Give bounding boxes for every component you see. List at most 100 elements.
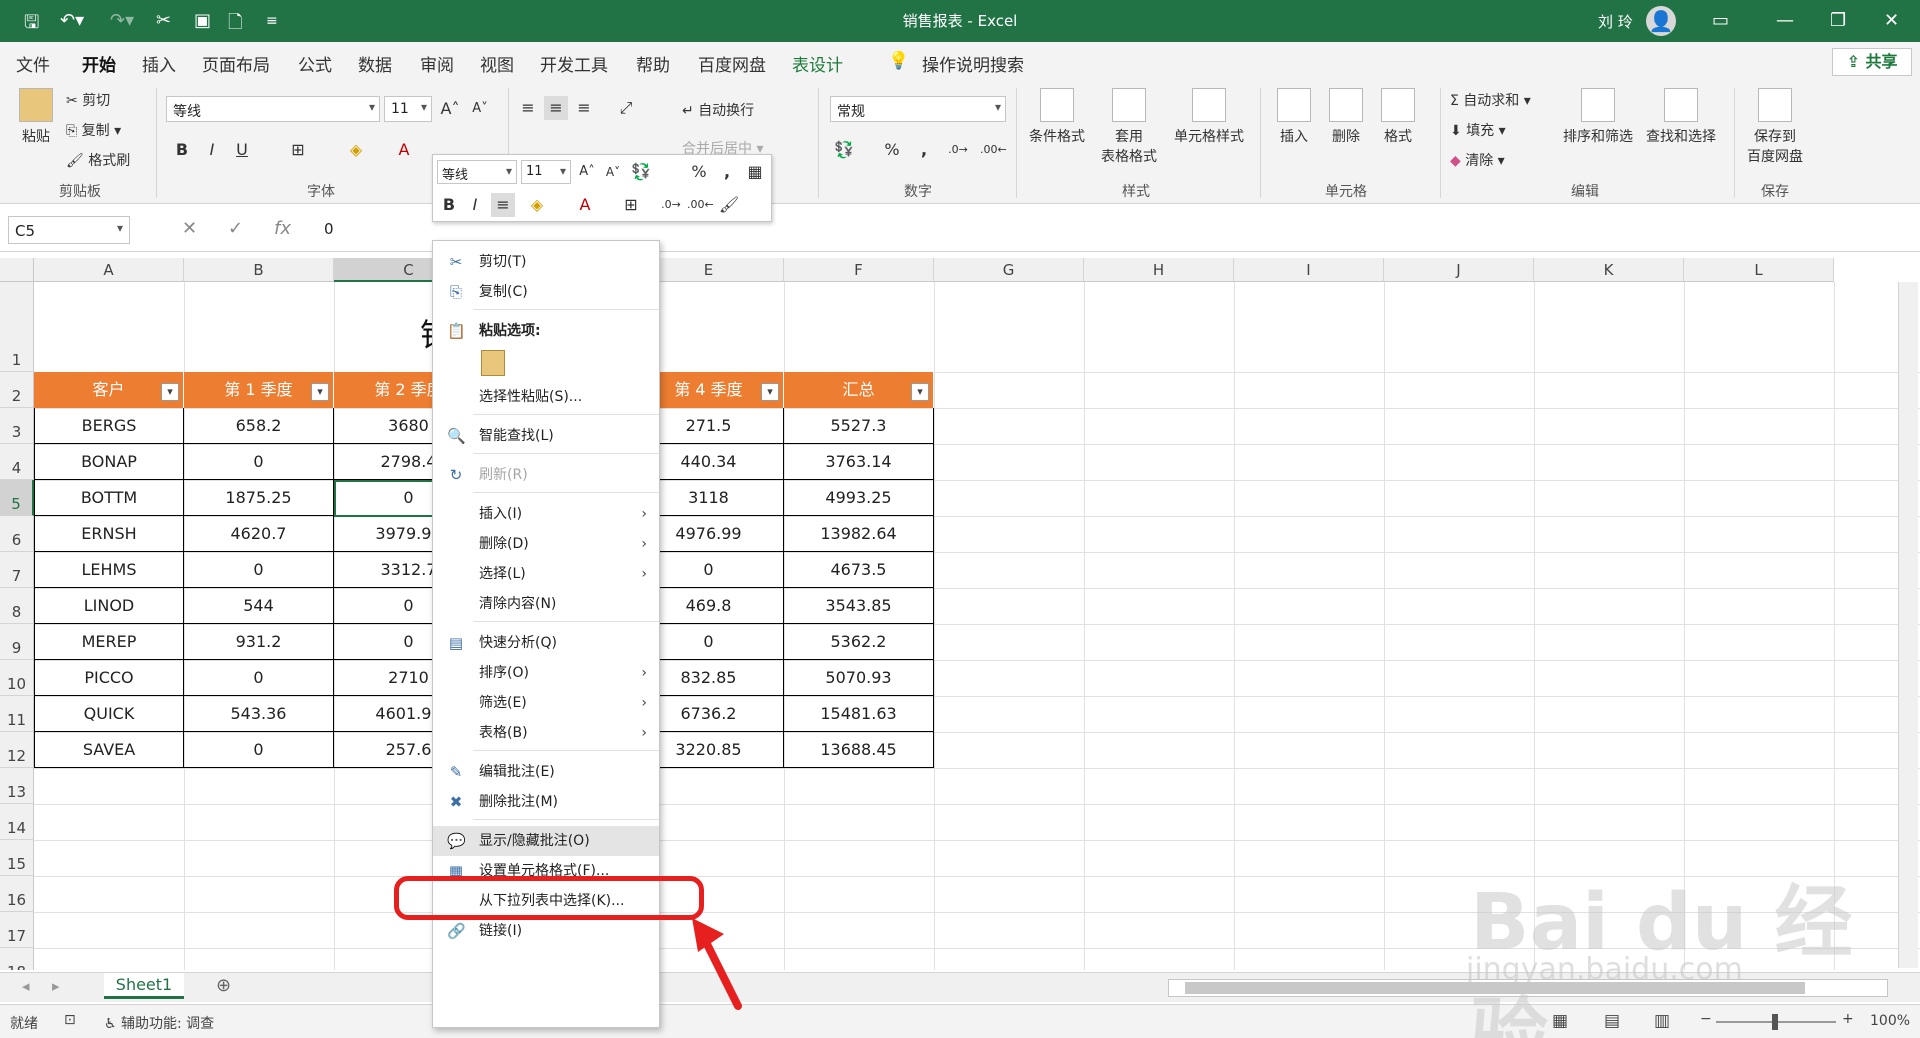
context-menu-item[interactable]: ✎ 编辑批注(E): [433, 757, 659, 787]
column-header[interactable]: B: [184, 258, 334, 282]
row-header[interactable]: 8: [0, 588, 34, 624]
wrap-text-button[interactable]: ↵ 自动换行: [682, 100, 754, 120]
context-menu-item[interactable]: ✂ 剪切(T): [433, 247, 659, 277]
row-header[interactable]: 6: [0, 516, 34, 552]
tab-developer[interactable]: 开发工具: [540, 51, 608, 76]
context-menu-item[interactable]: 清除内容(N): [433, 589, 659, 619]
percent-button[interactable]: %: [880, 138, 904, 162]
row-header[interactable]: 12: [0, 732, 34, 768]
table-cell[interactable]: BERGS: [34, 408, 184, 444]
cut-button[interactable]: ✂ 剪切: [66, 90, 110, 110]
table-cell[interactable]: 0: [184, 444, 334, 480]
mini-borders-icon[interactable]: ⊞: [619, 193, 643, 217]
add-sheet-icon[interactable]: ⊕: [216, 975, 231, 996]
row-header[interactable]: 15: [0, 840, 34, 876]
table-cell[interactable]: LINOD: [34, 588, 184, 624]
number-format-combo[interactable]: 常规: [830, 96, 1006, 122]
filter-dropdown-icon[interactable]: ▾: [161, 383, 179, 401]
next-sheet-icon[interactable]: ▸: [52, 977, 60, 995]
fill-color-icon[interactable]: ◈: [344, 138, 368, 162]
table-cell[interactable]: 1875.25: [184, 480, 334, 516]
conditional-format-button[interactable]: 条件格式: [1024, 88, 1090, 146]
column-header[interactable]: J: [1384, 258, 1534, 282]
context-menu-item[interactable]: 表格(B) ›: [433, 718, 659, 748]
tab-page-layout[interactable]: 页面布局: [202, 51, 270, 76]
align-middle-icon[interactable]: ≡: [544, 96, 568, 120]
row-header[interactable]: 13: [0, 768, 34, 804]
row-header[interactable]: 10: [0, 660, 34, 696]
tab-data[interactable]: 数据: [358, 51, 392, 76]
table-cell[interactable]: 13982.64: [784, 516, 934, 552]
context-menu-item[interactable]: 插入(I) ›: [433, 499, 659, 529]
column-header[interactable]: I: [1234, 258, 1384, 282]
context-menu-item[interactable]: 💬 显示/隐藏批注(O): [433, 826, 659, 856]
mini-decrease-decimal-icon[interactable]: .00←: [687, 193, 714, 217]
row-header[interactable]: 17: [0, 912, 34, 948]
context-menu-item[interactable]: 🔍 智能查找(L): [433, 421, 659, 451]
bold-button[interactable]: B: [170, 138, 194, 162]
mini-font-combo[interactable]: 等线: [437, 160, 517, 184]
row-header[interactable]: 1: [0, 282, 34, 372]
table-cell[interactable]: ERNSH: [34, 516, 184, 552]
row-header[interactable]: 14: [0, 804, 34, 840]
paste-option-icon[interactable]: [481, 350, 505, 376]
filter-dropdown-icon[interactable]: ▾: [911, 383, 929, 401]
table-cell[interactable]: 0: [184, 660, 334, 696]
increase-decimal-icon[interactable]: .0→: [946, 138, 970, 162]
autosum-button[interactable]: Σ 自动求和 ▾: [1450, 90, 1531, 110]
table-cell[interactable]: BONAP: [34, 444, 184, 480]
context-menu-item[interactable]: 筛选(E) ›: [433, 688, 659, 718]
save-to-baidu-button[interactable]: 保存到 百度网盘: [1740, 88, 1810, 166]
enter-icon[interactable]: ✓: [228, 218, 243, 239]
table-cell[interactable]: 543.36: [184, 696, 334, 732]
formula-input[interactable]: 0: [324, 220, 334, 238]
tab-home[interactable]: 开始: [82, 51, 116, 84]
table-cell[interactable]: 13688.45: [784, 732, 934, 768]
italic-button[interactable]: I: [200, 138, 224, 162]
column-header[interactable]: H: [1084, 258, 1234, 282]
tell-me-search[interactable]: 操作说明搜索: [922, 51, 1024, 76]
tab-review[interactable]: 审阅: [420, 51, 454, 76]
table-cell[interactable]: 0: [184, 732, 334, 768]
accounting-icon[interactable]: 💱: [832, 138, 856, 162]
close-icon[interactable]: ✕: [1884, 10, 1899, 31]
context-menu-item[interactable]: ⎘ 复制(C): [433, 277, 659, 307]
mini-format-painter-icon[interactable]: 🖌: [717, 193, 741, 217]
table-cell[interactable]: 0: [184, 552, 334, 588]
row-header[interactable]: 7: [0, 552, 34, 588]
table-cell[interactable]: 544: [184, 588, 334, 624]
table-cell[interactable]: MEREP: [34, 624, 184, 660]
context-menu-item[interactable]: 选择(L) ›: [433, 559, 659, 589]
table-cell[interactable]: 5362.2: [784, 624, 934, 660]
cancel-icon[interactable]: ✕: [182, 218, 197, 239]
table-cell[interactable]: 4673.5: [784, 552, 934, 588]
delete-cells-button[interactable]: 删除: [1322, 88, 1370, 146]
comma-button[interactable]: ,: [912, 138, 936, 162]
table-cell[interactable]: 3763.14: [784, 444, 934, 480]
mini-grow-font-icon[interactable]: A˄: [575, 160, 599, 184]
mini-comma-button[interactable]: ,: [715, 160, 739, 184]
align-bottom-icon[interactable]: ≡: [572, 96, 596, 120]
table-cell[interactable]: 4620.7: [184, 516, 334, 552]
mini-font-color-icon[interactable]: A: [573, 193, 597, 217]
context-menu-item[interactable]: 排序(O) ›: [433, 658, 659, 688]
column-header[interactable]: G: [934, 258, 1084, 282]
table-cell[interactable]: SAVEA: [34, 732, 184, 768]
row-header[interactable]: 16: [0, 876, 34, 912]
orientation-icon[interactable]: ⤢: [614, 96, 638, 120]
align-top-icon[interactable]: ≡: [516, 96, 540, 120]
prev-sheet-icon[interactable]: ◂: [22, 977, 30, 995]
mini-fill-color-icon[interactable]: ◈: [525, 193, 549, 217]
table-cell[interactable]: 931.2: [184, 624, 334, 660]
share-button[interactable]: ⇪ 共享: [1832, 48, 1912, 76]
row-header[interactable]: 9: [0, 624, 34, 660]
sort-filter-button[interactable]: 排序和筛选: [1560, 88, 1636, 146]
mini-bold-button[interactable]: B: [437, 193, 461, 217]
cell-styles-button[interactable]: 单元格样式: [1170, 88, 1248, 146]
tab-help[interactable]: 帮助: [636, 51, 670, 76]
tab-table-design[interactable]: 表设计: [792, 51, 843, 76]
table-cell[interactable]: 15481.63: [784, 696, 934, 732]
table-cell[interactable]: 5527.3: [784, 408, 934, 444]
minimize-icon[interactable]: —: [1776, 10, 1794, 31]
table-header-cell[interactable]: 汇总 ▾: [784, 372, 934, 408]
